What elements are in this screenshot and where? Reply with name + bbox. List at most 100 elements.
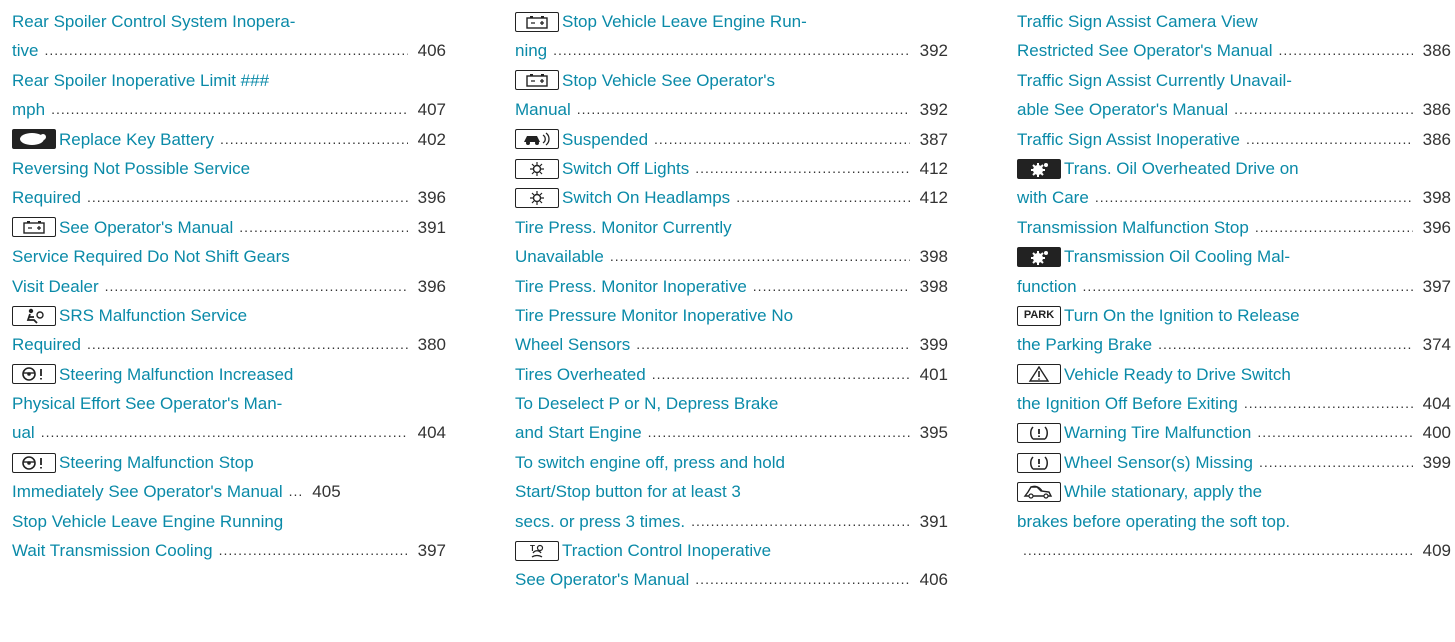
index-entry[interactable]: Transmission Malfunction Stop 396: [1017, 213, 1451, 242]
index-entry[interactable]: Tires Overheated 401: [515, 360, 948, 389]
index-entry[interactable]: Stop Vehicle Leave Engine Running Wait Tr…: [12, 507, 446, 566]
index-entry[interactable]: Switch Off Lights 412: [515, 154, 948, 183]
page-number[interactable]: 396: [414, 272, 446, 301]
entry-text[interactable]: Trans. Oil Overheated Drive on: [1064, 154, 1299, 183]
entry-text[interactable]: the Parking Brake: [1017, 330, 1152, 359]
page-number[interactable]: 392: [916, 95, 948, 124]
page-number[interactable]: 387: [916, 125, 948, 154]
index-entry[interactable]: See Operator's Manual 391: [12, 213, 446, 242]
page-number[interactable]: 398: [916, 242, 948, 271]
page-number[interactable]: 386: [1419, 36, 1451, 65]
entry-text[interactable]: Rear Spoiler Control System Inopera-: [12, 7, 295, 36]
entry-text[interactable]: To switch engine off, press and hold: [515, 448, 785, 477]
entry-text[interactable]: ning: [515, 36, 547, 65]
index-entry[interactable]: Tire Press. Monitor Inoperative 398: [515, 272, 948, 301]
page-number[interactable]: 386: [1419, 125, 1451, 154]
index-entry[interactable]: Tire Press. Monitor Currently Unavailable…: [515, 213, 948, 272]
entry-text[interactable]: able See Operator's Manual: [1017, 95, 1228, 124]
index-entry[interactable]: Vehicle Ready to Drive Switch the Ignitio…: [1017, 360, 1451, 419]
index-entry[interactable]: Trans. Oil Overheated Drive onwith Care 3…: [1017, 154, 1451, 213]
index-entry[interactable]: Wheel Sensor(s) Missing 399: [1017, 448, 1451, 477]
index-entry[interactable]: Service Required Do Not Shift Gears Visit…: [12, 242, 446, 301]
index-entry[interactable]: Stop Vehicle Leave Engine Run-ning 392: [515, 7, 948, 66]
entry-text[interactable]: Tire Press. Monitor Currently: [515, 213, 732, 242]
page-number[interactable]: 400: [1419, 418, 1451, 447]
index-entry[interactable]: Suspended 387: [515, 125, 948, 154]
index-entry[interactable]: Rear Spoiler Control System Inopera-tive…: [12, 7, 446, 66]
entry-text[interactable]: Tire Press. Monitor Inoperative: [515, 272, 747, 301]
page-number[interactable]: 401: [916, 360, 948, 389]
entry-text[interactable]: Tires Overheated: [515, 360, 646, 389]
entry-text[interactable]: While stationary, apply the: [1064, 477, 1262, 506]
index-entry[interactable]: Steering Malfunction Stop Immediately See…: [12, 448, 446, 507]
entry-text[interactable]: Unavailable: [515, 242, 604, 271]
entry-text[interactable]: Immediately See Operator's Manual: [12, 477, 283, 506]
entry-text[interactable]: Steering Malfunction Increased: [59, 360, 293, 389]
entry-text[interactable]: Traffic Sign Assist Currently Unavail-: [1017, 66, 1292, 95]
entry-text[interactable]: Wait Transmission Cooling: [12, 536, 213, 565]
entry-text[interactable]: Stop Vehicle Leave Engine Running: [12, 507, 283, 536]
entry-text[interactable]: Stop Vehicle See Operator's: [562, 66, 775, 95]
entry-text[interactable]: with Care: [1017, 183, 1089, 212]
entry-text[interactable]: and Start Engine: [515, 418, 642, 447]
entry-text[interactable]: See Operator's Manual: [515, 565, 689, 594]
entry-text[interactable]: tive: [12, 36, 38, 65]
page-number[interactable]: 396: [1419, 213, 1451, 242]
entry-text[interactable]: Traction Control Inoperative: [562, 536, 771, 565]
page-number[interactable]: 398: [916, 272, 948, 301]
page-number[interactable]: 386: [1419, 95, 1451, 124]
entry-text[interactable]: Transmission Oil Cooling Mal-: [1064, 242, 1290, 271]
page-number[interactable]: 402: [414, 125, 446, 154]
index-entry[interactable]: Warning Tire Malfunction 400: [1017, 418, 1451, 447]
index-entry[interactable]: Traffic Sign Assist Currently Unavail-ab…: [1017, 66, 1451, 125]
index-entry[interactable]: Traffic Sign Assist Camera View Restricte…: [1017, 7, 1451, 66]
entry-text[interactable]: Required: [12, 330, 81, 359]
entry-text[interactable]: Start/Stop button for at least 3: [515, 477, 741, 506]
index-entry[interactable]: Tire Pressure Monitor Inoperative No Whee…: [515, 301, 948, 360]
index-entry[interactable]: Switch On Headlamps 412: [515, 183, 948, 212]
entry-text[interactable]: Manual: [515, 95, 571, 124]
page-number[interactable]: 404: [414, 418, 446, 447]
entry-text[interactable]: Reversing Not Possible Service: [12, 154, 250, 183]
entry-text[interactable]: Wheel Sensors: [515, 330, 630, 359]
page-number[interactable]: 374: [1419, 330, 1451, 359]
entry-text[interactable]: Tire Pressure Monitor Inoperative No: [515, 301, 793, 330]
index-entry[interactable]: PARK Turn On the Ignition to Release the P…: [1017, 301, 1451, 360]
entry-text[interactable]: the Ignition Off Before Exiting: [1017, 389, 1238, 418]
page-number[interactable]: 398: [1419, 183, 1451, 212]
index-entry[interactable]: To Deselect P or N, Depress Brake and Sta…: [515, 389, 948, 448]
entry-text[interactable]: ual: [12, 418, 35, 447]
page-number[interactable]: 399: [916, 330, 948, 359]
entry-text[interactable]: Required: [12, 183, 81, 212]
index-entry[interactable]: Transmission Oil Cooling Mal-function 397: [1017, 242, 1451, 301]
entry-text[interactable]: Suspended: [562, 125, 648, 154]
entry-text[interactable]: Visit Dealer: [12, 272, 99, 301]
index-entry[interactable]: Traffic Sign Assist Inoperative 386: [1017, 125, 1451, 154]
entry-text[interactable]: Vehicle Ready to Drive Switch: [1064, 360, 1291, 389]
entry-text[interactable]: Physical Effort See Operator's Man-: [12, 389, 282, 418]
page-number[interactable]: 391: [916, 507, 948, 536]
entry-text[interactable]: Replace Key Battery: [59, 125, 214, 154]
page-number[interactable]: 399: [1419, 448, 1451, 477]
page-number[interactable]: 407: [414, 95, 446, 124]
entry-text[interactable]: mph: [12, 95, 45, 124]
entry-text[interactable]: function: [1017, 272, 1077, 301]
page-number[interactable]: 409: [1419, 536, 1451, 565]
entry-text[interactable]: Steering Malfunction Stop: [59, 448, 254, 477]
page-number[interactable]: 391: [414, 213, 446, 242]
index-entry[interactable]: To switch engine off, press and hold Star…: [515, 448, 948, 536]
entry-text[interactable]: Switch On Headlamps: [562, 183, 730, 212]
page-number[interactable]: 405: [309, 477, 340, 506]
page-number[interactable]: 406: [414, 36, 446, 65]
page-number[interactable]: 396: [414, 183, 446, 212]
index-entry[interactable]: While stationary, apply the brakes before…: [1017, 477, 1451, 565]
index-entry[interactable]: T Traction Control Inoperative See Operato…: [515, 536, 948, 595]
entry-text[interactable]: SRS Malfunction Service: [59, 301, 247, 330]
entry-text[interactable]: Wheel Sensor(s) Missing: [1064, 448, 1253, 477]
index-entry[interactable]: Reversing Not Possible ServiceRequired 39…: [12, 154, 446, 213]
entry-text[interactable]: Turn On the Ignition to Release: [1064, 301, 1300, 330]
page-number[interactable]: 397: [1419, 272, 1451, 301]
entry-text[interactable]: To Deselect P or N, Depress Brake: [515, 389, 778, 418]
entry-text[interactable]: secs. or press 3 times.: [515, 507, 685, 536]
entry-text[interactable]: Traffic Sign Assist Inoperative: [1017, 125, 1240, 154]
